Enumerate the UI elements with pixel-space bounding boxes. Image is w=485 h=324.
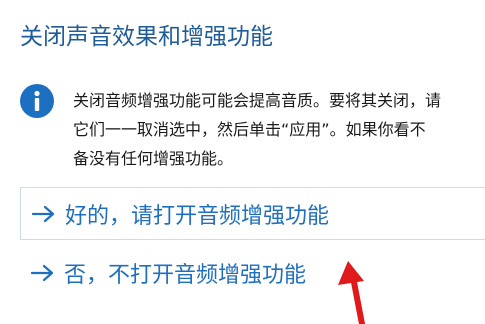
option-label: 否，不打开音频增强功能 [64, 262, 307, 288]
red-annotation-arrow-icon [338, 261, 365, 324]
right-arrow-icon [31, 204, 57, 224]
info-message: 关闭音频增强功能可能会提高音质。要将其关闭，请 它们一一取消选中，然后单击“应用… [73, 86, 485, 173]
info-line: 它们一一取消选中，然后单击“应用”。如果你看不 [73, 120, 426, 139]
disable-audio-enhancements-option[interactable]: 否，不打开音频增强功能 [20, 246, 485, 299]
option-label: 好的，请打开音频增强功能 [65, 203, 330, 229]
info-icon [20, 84, 54, 118]
info-line: 备没有任何增强功能。 [73, 149, 234, 168]
page-title: 关闭声音效果和增强功能 [20, 24, 273, 50]
enable-audio-enhancements-option[interactable]: 好的，请打开音频增强功能 [20, 187, 485, 240]
info-line: 关闭音频增强功能可能会提高音质。要将其关闭，请 [73, 91, 442, 110]
right-arrow-icon [30, 263, 56, 283]
